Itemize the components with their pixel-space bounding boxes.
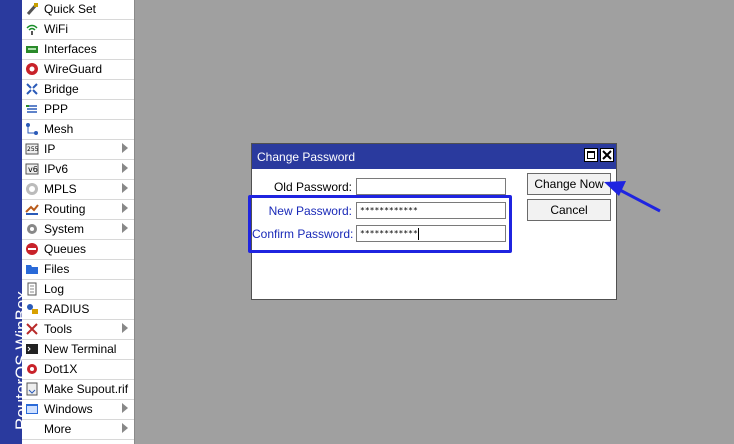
menu-item-label: RADIUS	[44, 302, 90, 316]
menu-item-label: More	[44, 422, 72, 436]
menu-item-ipv6[interactable]: v6 IPv6	[22, 160, 134, 180]
menu-item-label: Interfaces	[44, 42, 97, 56]
log-icon	[25, 282, 39, 296]
dot1x-icon	[25, 362, 39, 376]
files-folder-icon	[25, 262, 39, 276]
supout-icon	[25, 382, 39, 396]
menu-item-label: Windows	[44, 402, 93, 416]
submenu-arrow-icon	[122, 203, 128, 213]
menu-item-radius[interactable]: RADIUS	[22, 300, 134, 320]
system-gear-icon	[25, 222, 39, 236]
tools-icon	[25, 322, 39, 336]
svg-text:v6: v6	[28, 165, 38, 174]
menu-item-label: New Terminal	[44, 342, 117, 356]
menu-item-windows[interactable]: Windows	[22, 400, 134, 420]
mpls-icon	[25, 182, 39, 196]
interfaces-icon	[25, 42, 39, 56]
quick-set-icon	[25, 2, 39, 16]
submenu-arrow-icon	[122, 403, 128, 413]
menu-item-queues[interactable]: Queues	[22, 240, 134, 260]
svg-text:255: 255	[27, 146, 39, 153]
routing-icon	[25, 202, 39, 216]
main-menu: Quick Set WiFi Interfaces WireGuard Bridge PP…	[22, 0, 135, 444]
menu-item-label: Tools	[44, 322, 73, 336]
menu-item-wifi[interactable]: WiFi	[22, 20, 134, 40]
menu-item-label: Dot1X	[44, 362, 78, 376]
menu-item-label: IPv6	[44, 162, 69, 176]
submenu-arrow-icon	[122, 223, 128, 233]
terminal-icon	[25, 342, 39, 356]
password-fields-highlight	[248, 195, 512, 253]
submenu-arrow-icon	[122, 163, 128, 173]
change-now-button[interactable]: Change Now	[527, 173, 611, 195]
menu-item-files[interactable]: Files	[22, 260, 134, 280]
menu-item-log[interactable]: Log	[22, 280, 134, 300]
old-password-label: Old Password:	[273, 180, 352, 194]
menu-item-quick-set[interactable]: Quick Set	[22, 0, 134, 20]
menu-item-new-terminal[interactable]: New Terminal	[22, 340, 134, 360]
wifi-icon	[25, 22, 39, 36]
menu-item-label: Make Supout.rif	[44, 382, 129, 396]
menu-item-label: WireGuard	[44, 62, 103, 76]
ipv6-icon: v6	[25, 162, 39, 176]
menu-item-label: Routing	[44, 202, 86, 216]
menu-item-label: Quick Set	[44, 2, 97, 16]
close-icon[interactable]	[600, 148, 614, 162]
menu-item-wireguard[interactable]: WireGuard	[22, 60, 134, 80]
menu-item-interfaces[interactable]: Interfaces	[22, 40, 134, 60]
menu-item-mesh[interactable]: Mesh	[22, 120, 134, 140]
old-password-field[interactable]	[356, 178, 506, 195]
ppp-icon	[25, 102, 39, 116]
menu-item-dot1x[interactable]: Dot1X	[22, 360, 134, 380]
menu-item-label: Files	[44, 262, 70, 276]
mesh-icon	[25, 122, 39, 136]
menu-item-label: PPP	[44, 102, 69, 116]
dialog-title: Change Password	[257, 150, 356, 164]
wireguard-icon	[25, 62, 39, 76]
submenu-arrow-icon	[122, 183, 128, 193]
submenu-arrow-icon	[122, 323, 128, 333]
maximize-icon[interactable]	[584, 148, 598, 162]
menu-item-label: MPLS	[44, 182, 77, 196]
menu-item-ppp[interactable]: PPP	[22, 100, 134, 120]
menu-item-more[interactable]: More	[22, 420, 134, 440]
bridge-icon	[25, 82, 39, 96]
menu-item-ip[interactable]: 255 IP	[22, 140, 134, 160]
menu-item-label: Queues	[44, 242, 87, 256]
menu-item-tools[interactable]: Tools	[22, 320, 134, 340]
radius-icon	[25, 302, 39, 316]
menu-item-label: IP	[44, 142, 56, 156]
menu-item-bridge[interactable]: Bridge	[22, 80, 134, 100]
menu-item-system[interactable]: System	[22, 220, 134, 240]
ip-icon: 255	[25, 142, 39, 156]
queues-icon	[25, 242, 39, 256]
menu-item-mpls[interactable]: MPLS	[22, 180, 134, 200]
menu-item-label: Mesh	[44, 122, 74, 136]
windows-icon	[25, 402, 39, 416]
menu-item-routing[interactable]: Routing	[22, 200, 134, 220]
submenu-arrow-icon	[122, 143, 128, 153]
menu-item-label: Bridge	[44, 82, 79, 96]
menu-item-make-supout-rif[interactable]: Make Supout.rif	[22, 380, 134, 400]
winbox-brand-bar: RouterOS WinBox	[0, 0, 31, 444]
dialog-titlebar[interactable]: Change Password	[252, 144, 616, 169]
menu-item-label: WiFi	[44, 22, 68, 36]
menu-item-label: Log	[44, 282, 65, 296]
submenu-arrow-icon	[122, 423, 128, 433]
cancel-button[interactable]: Cancel	[527, 199, 611, 221]
menu-item-label: System	[44, 222, 85, 236]
